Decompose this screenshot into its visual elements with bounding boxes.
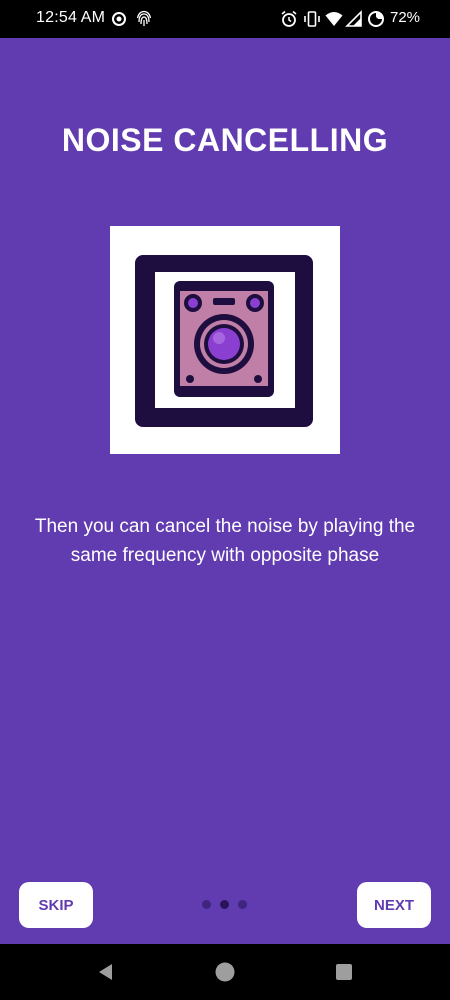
fingerprint-icon [136,10,152,26]
status-time: 12:54 AM [36,9,106,26]
battery-saver-icon [368,11,384,27]
page-dot-2 [220,900,229,909]
speaker-icon [135,255,313,427]
illustration-card [110,226,340,454]
record-icon [112,12,126,26]
navigation-bar [0,944,450,1000]
page-title: NOISE CANCELLING [61,122,389,158]
page-description: Then you can cancel the noise by playing… [34,516,416,566]
vibrate-icon [304,11,320,27]
signal-icon [345,10,362,27]
page-dot-1 [202,900,211,909]
back-icon[interactable] [96,962,116,982]
status-bar: 12:54 AM 72% [0,0,450,38]
battery-percent: 72% [390,9,421,26]
skip-button[interactable]: SKIP [19,882,93,928]
wifi-icon [325,12,343,26]
onboarding-screen: 12:54 AM 72% NOISE CANCELLING Then you c… [0,0,450,1000]
home-icon[interactable] [215,962,235,982]
next-button-label: NEXT [373,896,414,914]
skip-button-label: SKIP [38,896,74,914]
recents-icon[interactable] [334,962,354,982]
next-button[interactable]: NEXT [357,882,431,928]
page-dot-3 [238,900,247,909]
alarm-icon [281,10,297,27]
page-indicator [200,900,250,910]
